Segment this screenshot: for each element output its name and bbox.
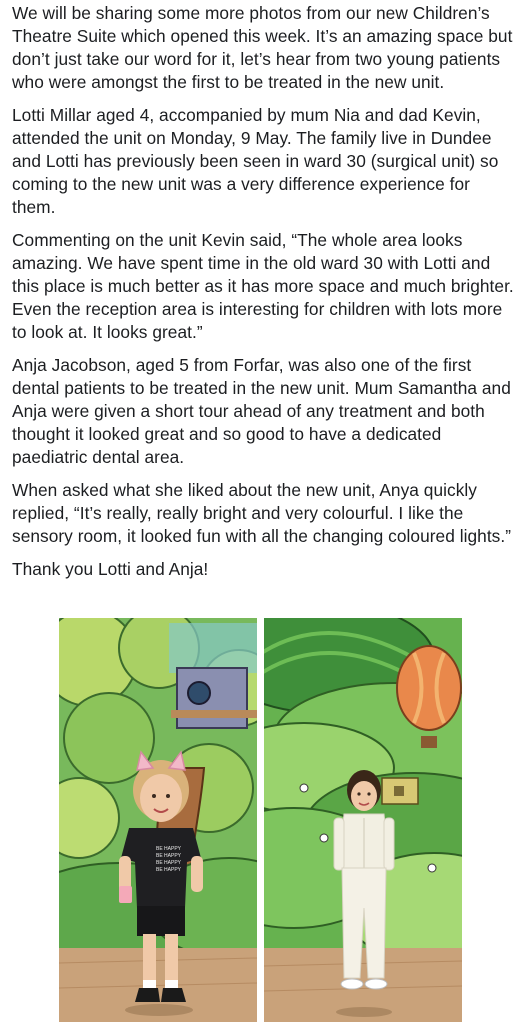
- post-paragraph-5: When asked what she liked about the new …: [12, 480, 512, 546]
- photo-anja-image: [264, 618, 462, 1022]
- shirt-print: BE HAPPY: [156, 860, 182, 866]
- post-paragraph-1: We will be sharing some more photos from…: [12, 3, 513, 92]
- photo-lotti[interactable]: BE HAPPY BE HAPPY BE HAPPY BE HAPPY: [59, 618, 257, 1022]
- post-paragraph-4: Anja Jacobson, aged 5 from Forfar, was a…: [12, 355, 511, 467]
- shirt-print: BE HAPPY: [156, 846, 182, 852]
- photo-anja[interactable]: [264, 618, 462, 1022]
- shirt-print: BE HAPPY: [156, 867, 182, 873]
- shirt-print: BE HAPPY: [156, 853, 182, 859]
- photo-lotti-image: BE HAPPY BE HAPPY BE HAPPY BE HAPPY: [59, 618, 257, 1022]
- photo-gallery: BE HAPPY BE HAPPY BE HAPPY BE HAPPY: [59, 618, 505, 1022]
- post-paragraph-3: Commenting on the unit Kevin said, “The …: [12, 230, 514, 342]
- post-body: We will be sharing some more photos from…: [12, 2, 514, 591]
- post-paragraph-2: Lotti Millar aged 4, accompanied by mum …: [12, 105, 499, 217]
- post-paragraph-6: Thank you Lotti and Anja!: [12, 559, 209, 579]
